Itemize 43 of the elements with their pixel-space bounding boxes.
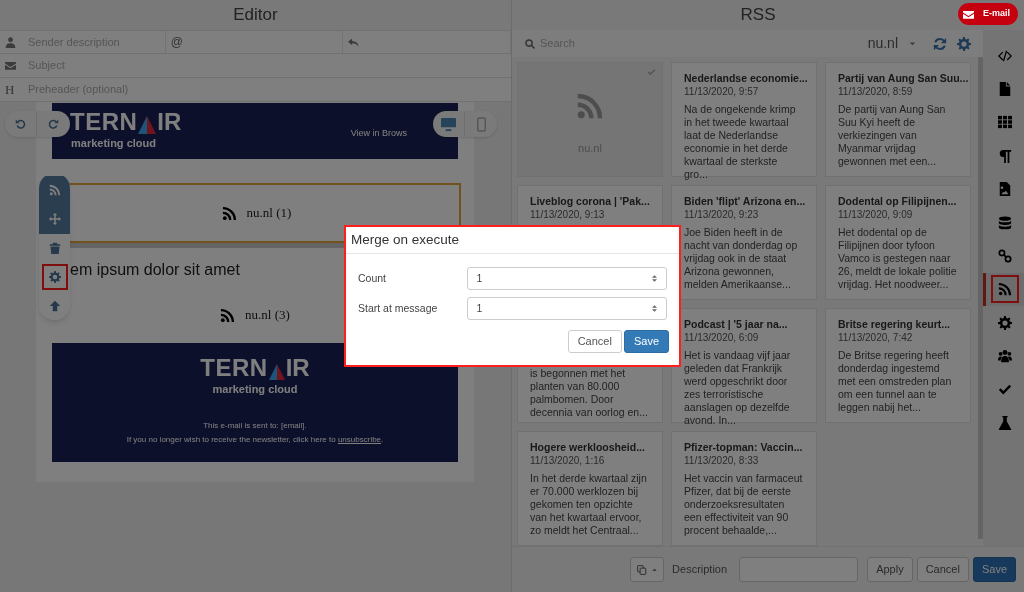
- footer-text: If you no longer wish to receive the newsletter, click here to unsubscribe.: [126, 433, 384, 446]
- article-title: Podcast | '5 jaar na...: [684, 317, 788, 331]
- article-date: 11/13/2020, 6:09: [684, 331, 759, 344]
- logo-tagline: marketing cloud: [71, 136, 157, 152]
- article-summary: Het vaccin van farmaceut Pfizer, dat bij de eerste onderzoeksresultaten een effectiviteit van 90 procent behaalde,...: [684, 472, 804, 537]
- footer-text: This e-mail is sent to: [email].: [203, 419, 307, 432]
- pane-title: RSS: [740, 4, 776, 27]
- article-title: Biden 'flipt' Arizona en...: [684, 194, 806, 208]
- logo-tagline: marketing cloud: [212, 382, 298, 397]
- article-title: Partij van Aung San Suu...: [838, 71, 969, 85]
- article-date: 11/13/2020, 8:59: [838, 85, 913, 98]
- description-label: Description: [672, 562, 728, 578]
- article-summary: Het dodental op de Filipijnen door tyfoon Vamco is gestegen naar 26, meldt de lokale politie vrijdag. Het noodweer...: [838, 226, 958, 291]
- article-summary: Joe Biden heeft in de nacht van donderdag op vrijdag ook in de staat Arizona gewonnen, melden Amerikaanse...: [684, 226, 799, 291]
- article-date: 11/13/2020, 9:57: [684, 85, 759, 98]
- article-title: Hogere werkloosheid...: [530, 440, 645, 454]
- article-title: Britse regering keurt...: [838, 317, 951, 331]
- field-label: Count: [358, 270, 388, 286]
- logo-text: TERN: [200, 356, 268, 380]
- article-title: Dodental op Filipijnen...: [838, 194, 957, 208]
- feed-label: nu.nl (3): [245, 306, 290, 325]
- article-date: 11/13/2020, 1:16: [530, 454, 605, 467]
- logo-text: IR: [157, 110, 182, 135]
- article-title: Liveblog corona | 'Pak...: [530, 194, 650, 208]
- field-label: Start at message: [358, 300, 439, 316]
- pane-title: Editor: [233, 4, 278, 27]
- article-summary: is begonnen met het planten van 80.000 palmbomen. Door decennia van oorlog en...: [530, 367, 649, 419]
- article-date: 11/13/2020, 9:13: [530, 208, 605, 221]
- article-summary: In het derde kwartaal zijn er 70.000 werklozen bij gekomen ten opzichte van het kwartaal ervoor, zo meldt het Centraal...: [530, 472, 648, 537]
- article-date: 11/13/2020, 9:23: [684, 208, 759, 221]
- article-summary: De partij van Aung San Suu Kyi heeft de verkiezingen van Myanmar vrijdag gewonnen met een...: [838, 103, 947, 168]
- article-summary: De Britse regering heeft donderdag ingestemd met een omstreden plan om een tunnel aan te leggen nabij het...: [838, 349, 953, 414]
- article-date: 11/13/2020, 9:09: [838, 208, 913, 221]
- article-date: 11/13/2020, 8:33: [684, 454, 759, 467]
- article-title: Nederlandse economie...: [684, 71, 808, 85]
- at-sign: @: [170, 34, 184, 51]
- logo-text: IR: [285, 356, 310, 380]
- logo-text: TERN: [70, 110, 138, 135]
- article-date: 11/13/2020, 7:42: [838, 331, 913, 344]
- article-title: Pfizer-topman: Vaccin...: [684, 440, 803, 454]
- feed-label: nu.nl (1): [246, 204, 292, 223]
- heading-letter: H: [5, 80, 16, 99]
- body-text: em ipsum dolor sit amet: [70, 260, 240, 280]
